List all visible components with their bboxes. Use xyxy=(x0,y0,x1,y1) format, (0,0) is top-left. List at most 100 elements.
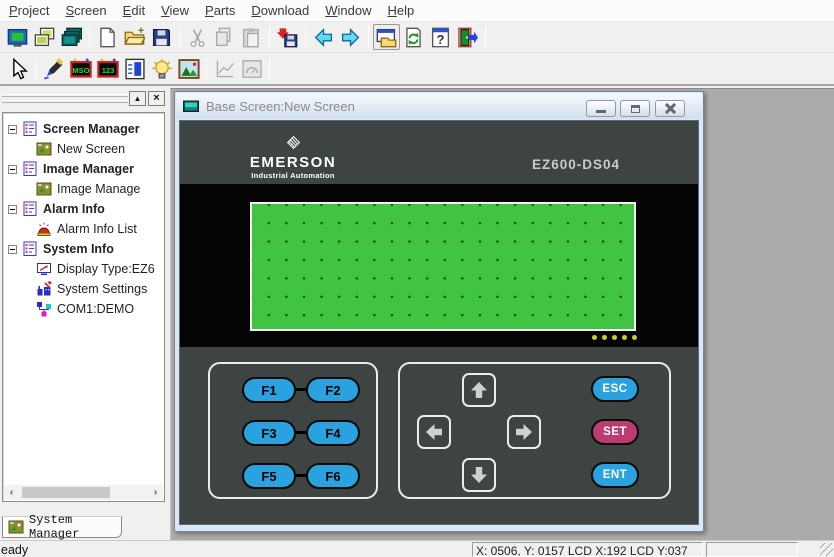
meter-icon xyxy=(241,58,263,80)
scrollbar-thumb[interactable] xyxy=(22,487,110,498)
line-graph-button[interactable] xyxy=(211,56,238,82)
system-manager-panel: ▲ × Screen Manager New Screen Image Mana… xyxy=(0,88,170,540)
collapse-toggle-icon[interactable] xyxy=(8,245,17,254)
cut-button[interactable] xyxy=(184,24,211,50)
main-toolbar: ? xyxy=(0,22,834,53)
tree-item-alarm-info[interactable]: Alarm Info xyxy=(3,199,164,219)
close-button[interactable] xyxy=(655,100,685,117)
numeric-display-icon: 123 xyxy=(97,58,119,80)
numeric-display-button[interactable]: 123 xyxy=(94,56,121,82)
tree-item-system-info[interactable]: System Info xyxy=(3,239,164,259)
message-display-button[interactable]: MSO xyxy=(67,56,94,82)
menu-parts[interactable]: Parts xyxy=(197,0,243,21)
tree-item-screen-manager[interactable]: Screen Manager xyxy=(3,119,164,139)
back-button[interactable] xyxy=(310,24,337,50)
text-tool-button[interactable] xyxy=(40,56,67,82)
select-pointer-button[interactable] xyxy=(4,56,31,82)
hmi-device-preview: EMERSON Industrial Automation EZ600-DS04 xyxy=(179,120,699,525)
tree-horizontal-scrollbar[interactable]: ‹ › xyxy=(4,485,163,500)
window-title-bar[interactable]: Base Screen:New Screen xyxy=(176,93,702,119)
maximize-icon xyxy=(631,105,640,113)
pen-icon xyxy=(43,58,65,80)
paste-button[interactable] xyxy=(238,24,265,50)
exit-button[interactable] xyxy=(454,24,481,50)
save-project-button[interactable] xyxy=(148,24,175,50)
toolbar-separator xyxy=(368,26,369,48)
lcd-bezel xyxy=(180,184,699,347)
all-screens-icon xyxy=(61,27,82,48)
led-indicators xyxy=(592,335,637,340)
image-part-button[interactable] xyxy=(175,56,202,82)
tree-item-display-type[interactable]: Display Type:EZ6 xyxy=(3,259,164,279)
resize-grip[interactable] xyxy=(820,543,833,556)
tree-item-com1[interactable]: COM1:DEMO xyxy=(3,299,164,319)
bar-graph-icon xyxy=(124,58,146,80)
minimize-icon xyxy=(596,110,606,113)
alarm-icon xyxy=(36,221,52,237)
maximize-button[interactable] xyxy=(620,100,650,117)
collapse-toggle-icon[interactable] xyxy=(8,125,17,134)
new-project-button[interactable] xyxy=(94,24,121,50)
copy-screen-button[interactable] xyxy=(31,24,58,50)
lcd-canvas[interactable] xyxy=(250,202,636,331)
tab-system-manager[interactable]: System Manager xyxy=(2,516,122,538)
key-right xyxy=(507,415,541,449)
key-ent: ENT xyxy=(591,462,639,488)
tree-item-image-manager[interactable]: Image Manager xyxy=(3,159,164,179)
forward-button[interactable] xyxy=(337,24,364,50)
display-type-icon xyxy=(36,261,52,277)
panel-close-button[interactable]: × xyxy=(148,91,165,106)
key-f1: F1 xyxy=(242,377,296,403)
brand-block: EMERSON Industrial Automation xyxy=(235,136,351,180)
tree-item-system-settings[interactable]: System Settings xyxy=(3,279,164,299)
tree-item-image-manage[interactable]: Image Manage xyxy=(3,179,164,199)
manager-icon xyxy=(22,241,38,257)
tree-item-label: Image Manage xyxy=(57,182,140,196)
panel-collapse-button[interactable]: ▲ xyxy=(129,91,146,106)
panel-grip[interactable] xyxy=(2,100,128,103)
brand-name: EMERSON xyxy=(235,154,351,171)
open-project-button[interactable] xyxy=(121,24,148,50)
menu-project[interactable]: Project xyxy=(1,0,57,21)
close-icon xyxy=(665,103,676,114)
bar-graph-button[interactable] xyxy=(121,56,148,82)
key-esc: ESC xyxy=(591,376,639,402)
menu-download[interactable]: Download xyxy=(243,0,317,21)
download-button[interactable] xyxy=(274,24,301,50)
toggle-panel-button[interactable] xyxy=(373,24,400,50)
scroll-left-icon[interactable]: ‹ xyxy=(4,485,19,500)
key-f3: F3 xyxy=(242,420,296,446)
all-screens-button[interactable] xyxy=(58,24,85,50)
open-folder-icon xyxy=(124,27,145,48)
menu-edit[interactable]: Edit xyxy=(115,0,153,21)
copy-icon xyxy=(214,27,235,48)
collapse-toggle-icon[interactable] xyxy=(8,165,17,174)
paste-icon xyxy=(241,27,262,48)
help-button[interactable]: ? xyxy=(427,24,454,50)
screen-manager-button[interactable] xyxy=(4,24,31,50)
panel-toggle-icon xyxy=(376,27,397,48)
meter-button[interactable] xyxy=(238,56,265,82)
menu-help[interactable]: Help xyxy=(379,0,422,21)
collapse-toggle-icon[interactable] xyxy=(8,205,17,214)
lamp-button[interactable] xyxy=(148,56,175,82)
tree-item-alarm-info-list[interactable]: Alarm Info List xyxy=(3,219,164,239)
line-graph-icon xyxy=(214,58,236,80)
screen-icon xyxy=(7,27,28,48)
led xyxy=(622,335,627,340)
panel-grip[interactable] xyxy=(2,94,128,97)
refresh-button[interactable] xyxy=(400,24,427,50)
key-f2: F2 xyxy=(306,377,360,403)
tree-item-label: Display Type:EZ6 xyxy=(57,262,155,276)
minimize-button[interactable] xyxy=(586,100,616,117)
tree-item-new-screen[interactable]: New Screen xyxy=(3,139,164,159)
key-set: SET xyxy=(591,419,639,445)
scroll-right-icon[interactable]: › xyxy=(148,485,163,500)
right-arrow-icon xyxy=(514,422,534,442)
menu-view[interactable]: View xyxy=(153,0,197,21)
menu-window[interactable]: Window xyxy=(317,0,379,21)
toolbar-separator xyxy=(179,26,180,48)
menu-screen[interactable]: Screen xyxy=(57,0,114,21)
copy-button[interactable] xyxy=(211,24,238,50)
tree-item-label: Alarm Info List xyxy=(57,222,137,236)
